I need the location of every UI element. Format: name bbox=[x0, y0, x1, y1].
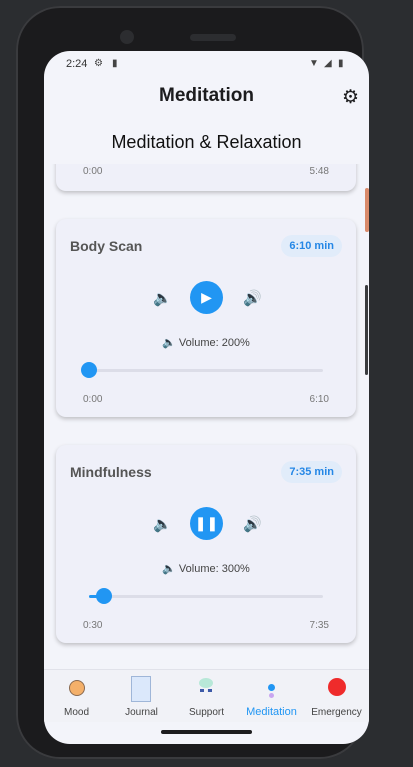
nav-item-support[interactable]: Support bbox=[174, 670, 239, 722]
volume-label: 🔈 Volume: 300% bbox=[162, 563, 250, 575]
slider-thumb[interactable] bbox=[81, 362, 97, 378]
journal-icon bbox=[131, 676, 151, 702]
power-button bbox=[365, 188, 369, 232]
nav-item-emergency[interactable]: Emergency bbox=[304, 670, 369, 722]
play-button[interactable]: ▶ bbox=[190, 281, 223, 314]
session-title: Body Scan bbox=[70, 238, 143, 254]
sd-card-icon: ▮ bbox=[112, 58, 118, 69]
volume-rocker bbox=[365, 285, 368, 375]
mood-icon bbox=[69, 680, 85, 696]
wifi-icon: ▼ bbox=[309, 58, 319, 69]
time-total: 7:35 bbox=[309, 620, 329, 631]
gear-icon[interactable]: ⚙ bbox=[342, 86, 359, 109]
volume-down-icon[interactable]: 🔈 bbox=[153, 515, 172, 533]
signal-icon: ◢ bbox=[324, 58, 332, 69]
progress-slider[interactable] bbox=[81, 362, 323, 378]
page-title: Meditation bbox=[159, 85, 254, 106]
settings-status-icon: ⚙ bbox=[94, 58, 103, 69]
support-icon bbox=[199, 678, 213, 688]
home-indicator[interactable] bbox=[161, 730, 252, 734]
nav-item-journal[interactable]: Journal bbox=[109, 670, 174, 722]
volume-label: 🔈 Volume: 200% bbox=[162, 337, 250, 349]
duration-badge: 7:35 min bbox=[281, 461, 342, 483]
volume-up-icon[interactable]: 🔊 bbox=[243, 515, 262, 533]
time-position: 0:30 bbox=[83, 620, 103, 631]
section-subtitle: Meditation & Relaxation bbox=[111, 132, 302, 152]
slider-thumb[interactable] bbox=[96, 588, 113, 604]
duration-badge: 6:10 min bbox=[281, 235, 342, 257]
time-end: 5:48 bbox=[309, 166, 329, 177]
session-list[interactable]: 0:00 5:48 Body Scan 6:10 min 🔈 ▶ 🔊 🔈 Vol… bbox=[44, 164, 369, 669]
session-card: Mindfulness 7:35 min 🔈 ❚❚ 🔊 🔈 Volume: 30… bbox=[56, 445, 356, 643]
playback-controls: 🔈 ▶ 🔊 bbox=[56, 281, 356, 317]
session-title: Mindfulness bbox=[70, 464, 152, 480]
play-icon: ▶ bbox=[201, 289, 212, 305]
status-bar: 2:24 ⚙ ▮ ▼ ◢ ▮ bbox=[44, 51, 369, 77]
meditation-icon bbox=[268, 684, 275, 691]
session-card: Body Scan 6:10 min 🔈 ▶ 🔊 🔈 Volume: 200% … bbox=[56, 219, 356, 417]
pause-icon: ❚❚ bbox=[194, 515, 219, 531]
pause-button[interactable]: ❚❚ bbox=[190, 507, 223, 540]
phone-frame: 2:24 ⚙ ▮ ▼ ◢ ▮ Meditation ⚙ Meditation &… bbox=[16, 6, 369, 759]
progress-slider[interactable] bbox=[89, 588, 323, 604]
volume-down-icon[interactable]: 🔈 bbox=[153, 289, 172, 307]
front-camera bbox=[120, 30, 134, 44]
bottom-navigation: Mood Journal Support Meditation Emergenc… bbox=[44, 669, 369, 722]
app-screen: 2:24 ⚙ ▮ ▼ ◢ ▮ Meditation ⚙ Meditation &… bbox=[44, 51, 369, 744]
playback-controls: 🔈 ❚❚ 🔊 bbox=[56, 507, 356, 543]
volume-up-icon[interactable]: 🔊 bbox=[243, 289, 262, 307]
volume-icon: 🔈 bbox=[162, 337, 179, 349]
time-position: 0:00 bbox=[83, 394, 103, 405]
status-time: 2:24 bbox=[66, 58, 88, 70]
session-card-partial: 0:00 5:48 bbox=[56, 164, 356, 191]
volume-icon: 🔈 bbox=[162, 563, 179, 575]
time-start: 0:00 bbox=[83, 166, 103, 177]
earpiece-speaker bbox=[190, 34, 236, 41]
battery-icon: ▮ bbox=[338, 58, 344, 69]
emergency-icon bbox=[328, 678, 346, 696]
nav-item-mood[interactable]: Mood bbox=[44, 670, 109, 722]
nav-item-meditation[interactable]: Meditation bbox=[239, 670, 304, 722]
time-total: 6:10 bbox=[309, 394, 329, 405]
